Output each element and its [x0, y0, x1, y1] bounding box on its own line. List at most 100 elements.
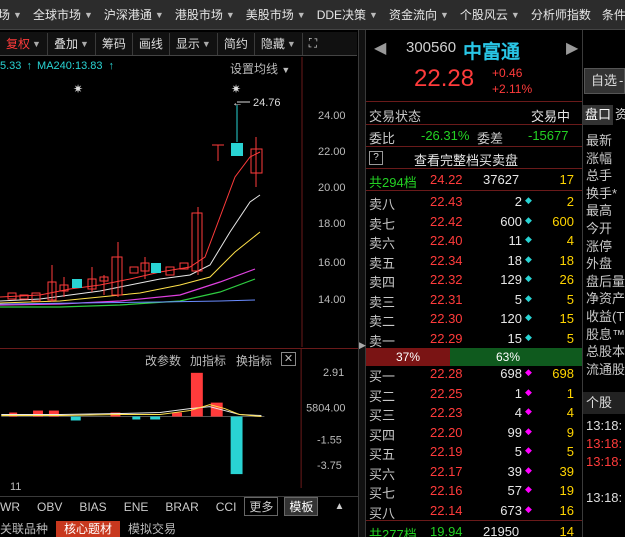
tab-core-theme[interactable]: 核心题材	[56, 521, 121, 537]
top-tab-6[interactable]: 资金流向 ▼	[389, 6, 452, 23]
ask-level-row[interactable]: 卖六 22.40 11 4 ◆	[366, 231, 582, 251]
candlestick-chart[interactable]: 24.0022.0020.0018.0016.0014.00 ✷ ✷ ← 24.…	[0, 57, 358, 347]
chips-button[interactable]: 筹码	[96, 32, 133, 55]
simple-button[interactable]: 简约	[218, 32, 255, 55]
divider-line	[366, 190, 582, 191]
bid-level-row[interactable]: 买二 22.25 1 1 ◆	[366, 384, 582, 404]
fullscreen-button[interactable]: ⛶	[303, 33, 323, 55]
level-price: 22.28	[430, 366, 463, 381]
tab-capital[interactable]: 资	[615, 105, 625, 125]
top-tab-3[interactable]: 港股市场 ▼	[175, 6, 238, 23]
level-label: 买一	[369, 369, 396, 384]
level-price: 22.34	[430, 252, 463, 268]
ask-level-row[interactable]: 卖四 22.32 129 26 ◆	[366, 270, 582, 290]
draw-line-button[interactable]: 画线	[133, 32, 170, 55]
level-label: 买六	[369, 466, 396, 482]
ask-level-row[interactable]: 卖五 22.34 18 18 ◆	[366, 251, 582, 271]
last-price: 22.28	[414, 65, 475, 92]
draw-label: 画线	[138, 37, 163, 51]
top-tab-2[interactable]: 沪深港通 ▼	[104, 6, 167, 23]
quote-field-label: 今开	[586, 221, 613, 236]
prev-stock-icon[interactable]: ◀	[374, 38, 386, 58]
top-tab-4[interactable]: 美股市场 ▼	[246, 6, 309, 23]
quote-field-label: 总股本	[586, 344, 625, 360]
bid-level-row[interactable]: 买六 22.17 39 39 ◆	[366, 462, 582, 482]
star-marker: ✷	[231, 82, 241, 96]
diamond-icon: ◆	[525, 312, 532, 322]
diamond-icon: ◆	[525, 234, 532, 244]
more-button[interactable]: 更多	[244, 497, 279, 516]
overlay-button[interactable]: 叠加 ▼	[48, 32, 96, 55]
committee-row: 委比 -26.31% 委差 -15677	[366, 126, 582, 146]
divider-line	[366, 146, 582, 147]
indicator-chart[interactable]: 2.91 5804.00 -1.55 -3.75	[0, 348, 358, 488]
indicator-tab-wr[interactable]: WR	[0, 500, 20, 514]
section-stock-news[interactable]: 个股	[583, 392, 625, 414]
tick-time: 13:18:	[586, 490, 623, 505]
tab-simulated-trading[interactable]: 模拟交易	[120, 521, 184, 537]
level-price: 22.32	[430, 272, 463, 287]
top-tab-5[interactable]: DDE决策 ▼	[317, 6, 381, 23]
hide-button[interactable]: 隐藏 ▼	[255, 32, 303, 55]
level-price: 22.43	[430, 194, 463, 209]
top-tab-label: DDE决策	[316, 8, 367, 22]
level-label: 卖四	[369, 275, 396, 290]
level-label: 卖二	[369, 314, 396, 329]
ask-level-row[interactable]: 卖八 22.43 2 2 ◆	[366, 192, 582, 212]
tab-related[interactable]: 关联品种	[0, 521, 56, 537]
sell-total-row: 共294档 24.22 37627 17	[366, 170, 582, 190]
trade-status-value: 交易中	[531, 109, 571, 124]
diamond-icon: ◆	[525, 464, 532, 475]
display-button[interactable]: 显示 ▼	[170, 32, 218, 55]
fuquan-button[interactable]: 复权 ▼	[0, 32, 48, 55]
chevron-down-icon: ▼	[510, 9, 520, 20]
panel-divider[interactable]: ▶	[358, 30, 366, 537]
template-button[interactable]: 模板	[284, 497, 319, 516]
indicator-tab-cci[interactable]: CCI	[216, 500, 237, 514]
help-icon: ?	[369, 151, 383, 165]
indicator-tab-brar[interactable]: BRAR	[165, 500, 198, 514]
level-label: 买二	[369, 388, 396, 404]
level-label: 买四	[369, 427, 396, 443]
bid-level-row[interactable]: 买三 22.23 4 4 ◆	[366, 403, 582, 423]
ask-level-row[interactable]: 卖三 22.31 5 5 ◆	[366, 290, 582, 310]
bid-level-row[interactable]: 买一 22.28 698 698 ◆	[366, 364, 582, 384]
price-change: +0.46	[492, 66, 523, 80]
y-tick-label: 24.00	[318, 110, 346, 122]
buy-total-count: 14	[559, 524, 574, 537]
diamond-icon: ◆	[525, 445, 532, 455]
diamond-icon: ◆	[525, 367, 532, 377]
bid-level-row[interactable]: 买五 22.19 5 5 ◆	[366, 442, 582, 462]
indicator-tabs: 11 WR OBV BIAS ENE BRAR CCI 更多 模板 ▲	[0, 481, 358, 516]
ask-level-row[interactable]: 卖一 22.29 15 5 ◆	[366, 329, 582, 349]
ask-level-row[interactable]: 卖二 22.30 120 15 ◆	[366, 309, 582, 329]
top-tab-1[interactable]: 全球市场 ▼	[33, 6, 96, 23]
next-stock-icon[interactable]: ▶	[566, 38, 578, 58]
level-volume: 129	[500, 272, 522, 287]
hide-label: 隐藏	[260, 37, 285, 51]
level-price: 22.19	[430, 444, 463, 459]
full-book-row[interactable]: ? 查看完整档买卖盘	[366, 148, 582, 168]
indicator-tab-bias[interactable]: BIAS	[79, 500, 106, 514]
indicator-tab-ene[interactable]: ENE	[124, 500, 149, 514]
top-nav-bar: 场▼全球市场▼沪深港通▼港股市场▼美股市场▼DDE决策▼资金流向▼个股风云▼分析…	[0, 0, 625, 30]
bid-level-row[interactable]: 买七 22.16 57 19 ◆	[366, 481, 582, 501]
divider-line	[366, 101, 582, 102]
chevron-down-icon: ▼	[296, 9, 306, 20]
indicator-tab-obv[interactable]: OBV	[37, 500, 62, 514]
top-tab-9[interactable]: 条件	[602, 6, 625, 23]
simple-label: 简约	[223, 37, 248, 51]
tab-pankou[interactable]: 盘口	[583, 105, 613, 125]
top-tab-0[interactable]: 场▼	[0, 6, 25, 23]
ma-line-white	[0, 194, 261, 302]
top-tab-8[interactable]: 分析师指数	[531, 6, 594, 23]
diamond-icon: ◆	[525, 484, 532, 494]
bid-level-row[interactable]: 买四 22.20 99 9 ◆	[366, 423, 582, 443]
level-volume: 1	[514, 385, 522, 401]
level-volume: 120	[500, 311, 522, 326]
chevron-up-icon[interactable]: ▲	[334, 501, 344, 512]
top-tab-7[interactable]: 个股风云 ▼	[460, 6, 523, 23]
level-volume: 18	[507, 252, 522, 268]
ask-level-row[interactable]: 卖七 22.42 600 600 ◆	[366, 212, 582, 232]
bid-level-row[interactable]: 买八 22.14 673 16 ◆	[366, 501, 582, 521]
